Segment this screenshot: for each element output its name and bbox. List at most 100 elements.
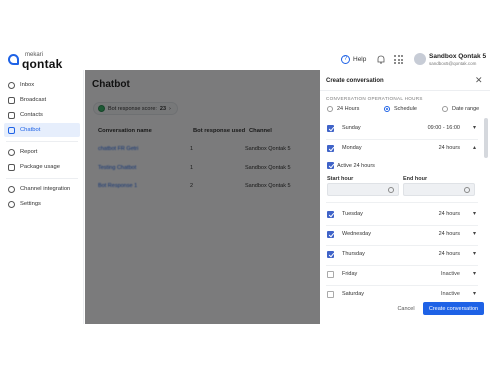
- drawer-divider: [320, 90, 490, 91]
- close-icon[interactable]: ✕: [475, 76, 483, 85]
- report-icon: [8, 148, 15, 156]
- row-divider: [326, 225, 478, 226]
- radio-circle: [327, 106, 333, 112]
- sidebar-item-label: Package usage: [20, 164, 60, 170]
- avatar[interactable]: [414, 53, 426, 65]
- broadcast-icon: [8, 96, 15, 104]
- day-checkbox[interactable]: [327, 271, 334, 278]
- help-label: Help: [353, 56, 367, 63]
- end-hour-input[interactable]: [403, 183, 475, 196]
- chatbot-icon: [8, 126, 15, 134]
- day-hours-select[interactable]: 24 hours: [439, 145, 460, 151]
- sidebar-item-channel-integration[interactable]: Channel integration: [4, 182, 80, 196]
- apps-grid-icon[interactable]: [394, 55, 403, 64]
- row-divider: [326, 285, 478, 286]
- day-hours-select[interactable]: 24 hours: [439, 211, 460, 217]
- day-checkbox[interactable]: [327, 125, 334, 132]
- day-checkbox[interactable]: [327, 291, 334, 298]
- radio-label: 24 Hours: [337, 106, 360, 112]
- sidebar-item-label: Broadcast: [20, 97, 47, 103]
- gear-icon: [8, 200, 15, 208]
- bell-icon[interactable]: [377, 55, 385, 64]
- sidebar-item-broadcast[interactable]: Broadcast: [4, 93, 80, 107]
- sidebar-item-label: Settings: [20, 201, 41, 207]
- day-row-tuesday[interactable]: Tuesday 24 hours ▾: [326, 210, 478, 220]
- sidebar-item-inbox[interactable]: Inbox: [4, 78, 80, 92]
- radio-circle: [442, 106, 448, 112]
- day-name: Saturday: [342, 291, 365, 297]
- sidebar-divider: [6, 141, 78, 142]
- day-hours-select[interactable]: 24 hours: [439, 251, 460, 257]
- sidebar-item-label: Inbox: [20, 82, 35, 88]
- help-button[interactable]: ? Help: [341, 55, 366, 64]
- chevron-down-icon[interactable]: ▾: [473, 230, 476, 237]
- chevron-up-icon[interactable]: ▴: [473, 144, 476, 151]
- row-divider: [326, 139, 478, 140]
- day-name: Wednesday: [342, 231, 371, 237]
- day-hours-select[interactable]: 24 hours: [439, 231, 460, 237]
- clock-icon: [388, 187, 394, 193]
- clock-icon: [464, 187, 470, 193]
- day-row-sunday[interactable]: Sunday 09:00 - 16:00 ▾: [326, 124, 478, 134]
- sidebar-item-label: Channel integration: [20, 186, 71, 192]
- inbox-icon: [8, 81, 15, 89]
- package-icon: [8, 163, 15, 171]
- start-hour-label: Start hour: [327, 176, 354, 182]
- day-row-monday[interactable]: Monday 24 hours ▴: [326, 144, 478, 154]
- user-name[interactable]: Sandbox Qontak 5: [429, 53, 486, 60]
- sidebar-item-report[interactable]: Report: [4, 145, 80, 159]
- modal-backdrop[interactable]: [85, 70, 320, 324]
- day-hours-select[interactable]: Inactive: [441, 271, 460, 277]
- sidebar-item-contacts[interactable]: Contacts: [4, 108, 80, 122]
- active-24-label: Active 24 hours: [337, 163, 375, 169]
- day-hours-select[interactable]: 09:00 - 16:00: [428, 125, 460, 131]
- sidebar-item-label: Contacts: [20, 112, 43, 118]
- radio-schedule[interactable]: Schedule: [384, 106, 417, 112]
- day-name: Tuesday: [342, 211, 363, 217]
- day-checkbox[interactable]: [327, 145, 334, 152]
- day-name: Friday: [342, 271, 358, 277]
- row-divider: [326, 245, 478, 246]
- contacts-icon: [8, 111, 15, 119]
- radio-label: Date range: [452, 106, 480, 112]
- start-hour-input[interactable]: [327, 183, 399, 196]
- end-hour-label: End hour: [403, 176, 428, 182]
- row-divider: [326, 202, 478, 203]
- sidebar-item-label: Chatbot: [20, 127, 41, 133]
- sidebar-item-label: Report: [20, 149, 38, 155]
- logo-title: qontak: [22, 57, 63, 71]
- sidebar-item-package-usage[interactable]: Package usage: [4, 160, 80, 174]
- day-name: Thursday: [342, 251, 365, 257]
- day-name: Monday: [342, 145, 362, 151]
- user-email: sandbox5@qontak.com: [429, 61, 477, 66]
- chevron-down-icon[interactable]: ▾: [473, 290, 476, 297]
- row-divider: [326, 265, 478, 266]
- day-checkbox[interactable]: [327, 231, 334, 238]
- day-checkbox[interactable]: [327, 251, 334, 258]
- chevron-down-icon[interactable]: ▾: [473, 250, 476, 257]
- active-24-checkbox[interactable]: [327, 162, 334, 169]
- day-hours-select[interactable]: Inactive: [441, 291, 460, 297]
- radio-24-hours[interactable]: 24 Hours: [327, 106, 359, 112]
- create-conversation-button[interactable]: Create conversation: [423, 302, 484, 315]
- chevron-down-icon[interactable]: ▾: [473, 124, 476, 131]
- radio-date-range[interactable]: Date range: [442, 106, 479, 112]
- section-label: CONVERSATION OPERATIONAL HOURS: [326, 96, 423, 101]
- logo-mark-icon: [8, 54, 19, 65]
- sidebar-item-chatbot[interactable]: Chatbot: [4, 123, 80, 137]
- day-row-friday[interactable]: Friday Inactive ▾: [326, 270, 478, 280]
- help-icon: ?: [341, 55, 350, 64]
- day-row-saturday[interactable]: Saturday Inactive ▾: [326, 290, 478, 300]
- chevron-down-icon[interactable]: ▾: [473, 210, 476, 217]
- channel-icon: [8, 185, 15, 193]
- sidebar-item-settings[interactable]: Settings: [4, 197, 80, 211]
- day-checkbox[interactable]: [327, 211, 334, 218]
- sidebar-divider: [6, 178, 78, 179]
- radio-circle: [384, 106, 390, 112]
- drawer-scrollbar[interactable]: [484, 118, 488, 158]
- day-row-wednesday[interactable]: Wednesday 24 hours ▾: [326, 230, 478, 240]
- drawer-title: Create conversation: [326, 78, 384, 84]
- chevron-down-icon[interactable]: ▾: [473, 270, 476, 277]
- cancel-button[interactable]: Cancel: [393, 303, 419, 315]
- day-row-thursday[interactable]: Thursday 24 hours ▾: [326, 250, 478, 260]
